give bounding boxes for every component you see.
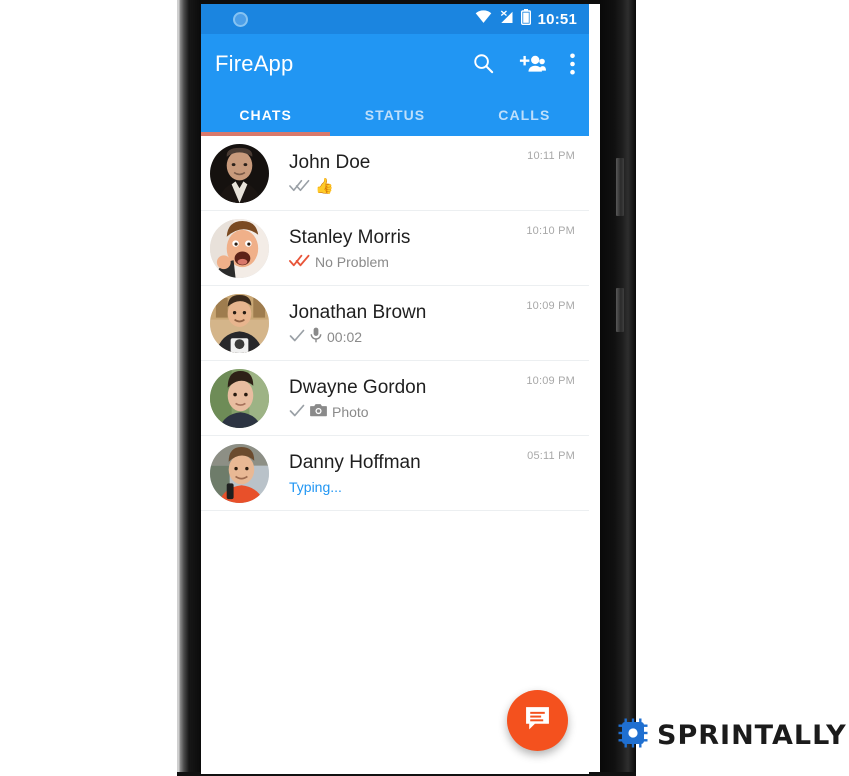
wifi-icon [475,10,492,28]
overflow-menu-icon[interactable] [570,53,575,75]
chat-timestamp: 10:11 PM [527,150,575,162]
tab-bar: CHATS STATUS CALLS [201,93,589,136]
thumbs-up-emoji: 👍 [315,178,334,195]
double-check-orange-icon [289,253,310,271]
typing-indicator-text: Typing... [289,478,342,495]
notification-dot-icon [233,11,248,27]
chat-preview-row: Typing... [289,478,527,496]
chat-item-content: Dwayne Gordon Photo [269,377,526,421]
chat-list-item[interactable]: Dwayne Gordon Photo 10:09 PM [201,361,589,436]
gear-chip-icon [618,718,648,753]
phone-device-mockup: 10:51 FireApp CHATS STATUS CALLS John Do… [177,0,636,776]
chat-contact-name: John Doe [289,151,371,173]
status-bar-clock: 10:51 [537,10,577,28]
chat-contact-name: Dwayne Gordon [289,376,427,398]
single-check-grey-icon [289,403,305,421]
chat-timestamp: 10:09 PM [526,300,575,312]
chat-preview-text: Photo [332,403,369,420]
chat-timestamp: 10:10 PM [526,225,575,237]
chat-timestamp: 05:11 PM [527,450,575,462]
phone-screen: 10:51 FireApp CHATS STATUS CALLS John Do… [201,4,589,774]
chat-item-content: Danny Hoffman Typing... [269,452,527,496]
status-bar-notifications [213,11,475,27]
signal-off-icon [499,9,514,29]
app-title: FireApp [215,50,294,76]
volume-button[interactable] [616,158,624,216]
new-chat-fab[interactable] [507,690,568,751]
tab-chats[interactable]: CHATS [201,93,330,136]
chat-item-content: Jonathan Brown 00:02 [269,302,526,346]
tab-calls[interactable]: CALLS [460,93,589,136]
status-bar: 10:51 [201,4,589,34]
avatar [210,219,269,278]
chat-preview-row: Photo [289,403,526,421]
chat-preview-row: 👍 [289,178,527,196]
add-person-icon[interactable] [519,53,546,75]
chat-contact-name: Danny Hoffman [289,451,421,473]
chat-list-item[interactable]: Stanley Morris No Problem 10:10 PM [201,211,589,286]
chat-contact-name: Stanley Morris [289,226,411,248]
app-bar: FireApp [201,34,589,93]
chat-preview-text: 00:02 [327,328,363,345]
chat-list-item[interactable]: John Doe 👍 10:11 PM [201,136,589,211]
phone-bezel-right [600,0,636,776]
chat-list-item[interactable]: Jonathan Brown 00:02 10:09 PM [201,286,589,361]
chat-list-item[interactable]: Danny Hoffman Typing... 05:11 PM [201,436,589,511]
camera-icon [310,403,327,421]
chat-item-content: Stanley Morris No Problem [269,227,526,271]
chat-bubble-icon [524,705,551,737]
status-bar-system-icons: 10:51 [475,8,577,30]
power-button[interactable] [616,288,624,332]
chat-preview-row: 00:02 [289,327,526,347]
chat-contact-name: Jonathan Brown [289,301,427,323]
search-icon[interactable] [472,52,495,75]
phone-bezel-left [177,0,201,776]
double-check-grey-icon [289,178,310,196]
sprintally-watermark: SPRINTALLY [618,718,847,753]
avatar [210,369,269,428]
chat-timestamp: 10:09 PM [526,375,575,387]
microphone-icon [310,327,322,347]
chat-item-content: John Doe 👍 [269,152,527,196]
chat-preview-text: No Problem [315,253,389,270]
avatar [210,144,269,203]
sprintally-wordmark: SPRINTALLY [657,720,847,751]
single-check-grey-icon [289,328,305,346]
chat-preview-row: No Problem [289,253,526,271]
battery-icon [520,8,531,30]
avatar [210,294,269,353]
app-bar-actions [472,52,575,75]
chat-list: John Doe 👍 10:11 PM Stanley Morris No Pr… [201,136,589,511]
avatar [210,444,269,503]
tab-status[interactable]: STATUS [330,93,459,136]
